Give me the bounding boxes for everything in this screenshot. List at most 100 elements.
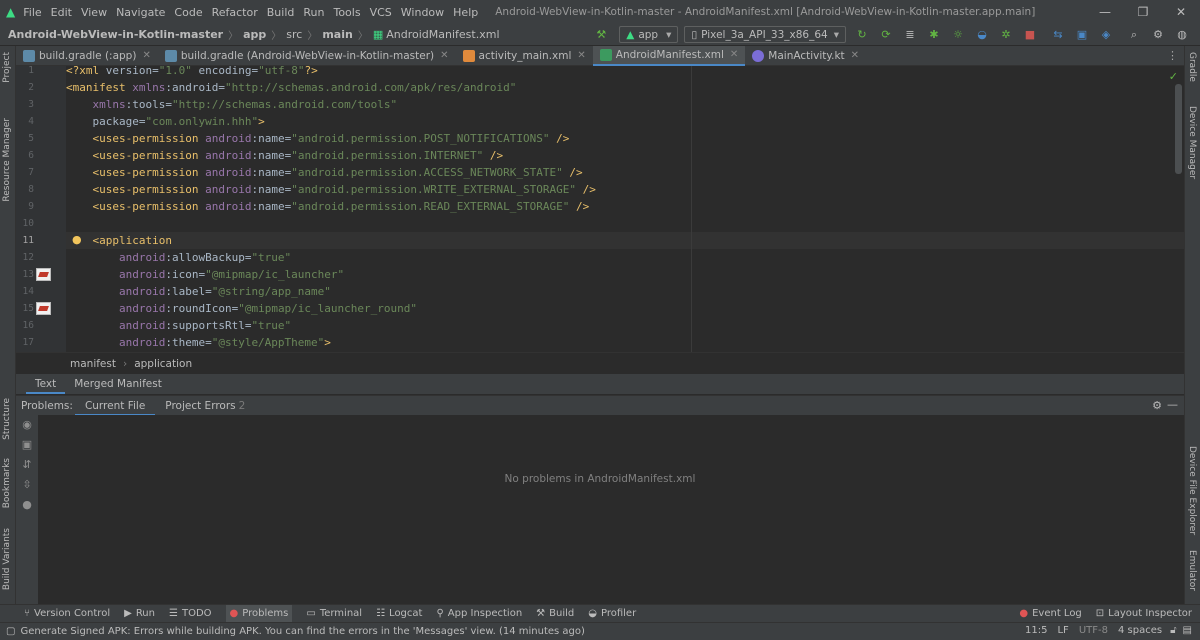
code-line[interactable]: <uses-permission android:name="android.p…: [66, 198, 590, 215]
code-line[interactable]: xmlns:tools="http://schemas.android.com/…: [66, 96, 398, 113]
problems-settings-gear-icon[interactable]: ⚙: [1152, 399, 1162, 412]
tool-device-manager[interactable]: Device Manager: [1187, 106, 1197, 179]
code-line[interactable]: android:theme="@style/AppTheme">: [66, 334, 331, 351]
tool-todo[interactable]: ☰ TODO: [169, 608, 212, 619]
tab-build-gradle-app[interactable]: build.gradle (:app) ✕: [16, 46, 158, 66]
menu-window[interactable]: Window: [401, 6, 444, 19]
tab-main-activity-kt[interactable]: MainActivity.kt ✕: [745, 46, 866, 66]
code-line[interactable]: <uses-permission android:name="android.p…: [66, 164, 583, 181]
tab-activity-main-xml[interactable]: activity_main.xml ✕: [456, 46, 593, 66]
breadcrumb-project[interactable]: Android-WebView-in-Kotlin-master: [8, 28, 223, 41]
menu-edit[interactable]: Edit: [51, 6, 72, 19]
menu-refactor[interactable]: Refactor: [212, 6, 258, 19]
sync-gradle-icon[interactable]: ⇆: [1050, 28, 1066, 42]
profile-icon[interactable]: ☼: [950, 28, 966, 42]
code-line[interactable]: <application: [66, 232, 172, 249]
hammer-build-icon[interactable]: ⚒: [593, 28, 609, 42]
code-editor[interactable]: 1 <?xml version="1.0" encoding="utf-8"?> 2…: [16, 66, 1184, 352]
tab-current-file[interactable]: Current File: [74, 396, 156, 416]
code-line[interactable]: <uses-permission android:name="android.p…: [66, 147, 504, 164]
tool-problems[interactable]: ● Problems: [225, 605, 293, 622]
code-line[interactable]: <uses-permission android:name="android.p…: [66, 130, 570, 147]
tool-emulator[interactable]: Emulator: [1187, 550, 1197, 591]
device-combo[interactable]: ▯ Pixel_3a_API_33_x86_64 ▾: [684, 26, 846, 43]
tab-build-gradle-project[interactable]: build.gradle (Android-WebView-in-Kotlin-…: [158, 46, 456, 66]
tool-resource-manager[interactable]: Resource Manager: [2, 118, 12, 202]
close-tab-icon[interactable]: ✕: [851, 50, 859, 61]
tool-layout-inspector[interactable]: ⊡ Layout Inspector: [1096, 608, 1192, 619]
minimize-icon[interactable]: —: [1086, 0, 1124, 24]
menu-code[interactable]: Code: [174, 6, 202, 19]
bulb-icon[interactable]: ●: [16, 495, 38, 515]
tool-run[interactable]: ▶ Run: [124, 608, 155, 619]
eye-icon[interactable]: ◉: [16, 415, 38, 435]
menu-file[interactable]: File: [23, 6, 41, 19]
tab-text[interactable]: Text: [26, 374, 66, 394]
memory-indicator-icon[interactable]: ▤: [1183, 625, 1192, 636]
tool-gradle[interactable]: Gradle: [1187, 52, 1197, 82]
code-line[interactable]: android:label="@string/app_name": [66, 283, 331, 300]
file-encoding[interactable]: UTF-8: [1079, 625, 1108, 636]
tool-terminal[interactable]: ▭ Terminal: [306, 608, 362, 619]
stop-icon[interactable]: ■: [1022, 28, 1038, 42]
run-config-combo[interactable]: ▲ app ▾: [619, 26, 679, 43]
tool-app-inspection[interactable]: ⚲ App Inspection: [436, 608, 522, 619]
settings-gear-icon[interactable]: ⚙: [1150, 28, 1166, 42]
editor-scrollbar[interactable]: [1175, 84, 1182, 174]
tab-project-errors[interactable]: Project Errors 2: [155, 396, 255, 416]
breadcrumb-src[interactable]: src: [286, 28, 302, 41]
code-line[interactable]: android:allowBackup="true": [66, 249, 291, 266]
lightbulb-intention-icon[interactable]: ●: [72, 233, 82, 246]
tool-project[interactable]: Project: [2, 52, 12, 83]
coverage-icon[interactable]: ≣: [902, 28, 918, 42]
expand-all-icon[interactable]: ⇵: [16, 455, 38, 475]
profiler-gauge-icon[interactable]: ◒: [974, 28, 990, 42]
line-separator[interactable]: LF: [1057, 625, 1068, 636]
code-line[interactable]: android:supportsRtl="true": [66, 317, 291, 334]
menu-help[interactable]: Help: [453, 6, 478, 19]
menu-navigate[interactable]: Navigate: [116, 6, 165, 19]
code-line[interactable]: package="com.onlywin.hhh">: [66, 113, 264, 130]
indent-setting[interactable]: 4 spaces: [1118, 625, 1162, 636]
tool-event-log[interactable]: ● Event Log: [1019, 608, 1081, 619]
menu-vcs[interactable]: VCS: [370, 6, 392, 19]
tool-device-file-explorer[interactable]: Device File Explorer: [1187, 446, 1197, 535]
attach-debugger-icon[interactable]: ✲: [998, 28, 1014, 42]
menu-run[interactable]: Run: [303, 6, 324, 19]
tool-bookmarks[interactable]: Bookmarks: [2, 458, 12, 508]
breadcrumb-app[interactable]: app: [243, 28, 266, 41]
hide-panel-icon[interactable]: —: [1167, 398, 1178, 411]
apply-code-changes-icon[interactable]: ⟳: [878, 28, 894, 42]
close-icon[interactable]: ✕: [1162, 0, 1200, 24]
maximize-icon[interactable]: ❐: [1124, 0, 1162, 24]
tool-build[interactable]: ⚒ Build: [536, 608, 574, 619]
sdk-manager-icon[interactable]: ◈: [1098, 28, 1114, 42]
device-manager-icon[interactable]: ▣: [1074, 28, 1090, 42]
status-message[interactable]: Generate Signed APK: Errors while buildi…: [20, 626, 584, 637]
tab-android-manifest[interactable]: AndroidManifest.xml ✕: [592, 45, 746, 66]
code-line[interactable]: <uses-permission android:name="android.p…: [66, 181, 596, 198]
close-tab-icon[interactable]: ✕: [440, 50, 448, 61]
tool-logcat[interactable]: ☷ Logcat: [376, 608, 422, 619]
breadcrumb-manifest[interactable]: manifest: [70, 358, 116, 370]
tool-build-variants[interactable]: Build Variants: [2, 528, 12, 590]
menu-build[interactable]: Build: [267, 6, 295, 19]
tab-merged-manifest[interactable]: Merged Manifest: [65, 374, 171, 394]
tool-version-control[interactable]: ⑂ Version Control: [24, 608, 110, 619]
close-tab-icon[interactable]: ✕: [577, 50, 585, 61]
inspection-ok-checkmark-icon[interactable]: ✓: [1169, 70, 1178, 83]
code-line[interactable]: android:icon="@mipmap/ic_launcher": [66, 266, 344, 283]
tool-structure[interactable]: Structure: [2, 398, 12, 440]
code-line[interactable]: android:roundIcon="@mipmap/ic_launcher_r…: [66, 300, 417, 317]
more-tabs-icon[interactable]: ⋮: [1167, 49, 1178, 62]
preview-icon[interactable]: ▣: [16, 435, 38, 455]
caret-position[interactable]: 11:5: [1025, 625, 1047, 636]
search-icon[interactable]: ⌕: [1126, 28, 1142, 42]
code-line[interactable]: <manifest xmlns:android="http://schemas.…: [66, 79, 516, 96]
close-tab-icon[interactable]: ✕: [142, 50, 150, 61]
menu-view[interactable]: View: [81, 6, 107, 19]
code-line[interactable]: <?xml version="1.0" encoding="utf-8"?>: [66, 66, 318, 79]
breadcrumb-main[interactable]: main: [322, 28, 353, 41]
status-square-icon[interactable]: ▢: [6, 626, 15, 637]
apply-changes-icon[interactable]: ↻: [854, 28, 870, 42]
